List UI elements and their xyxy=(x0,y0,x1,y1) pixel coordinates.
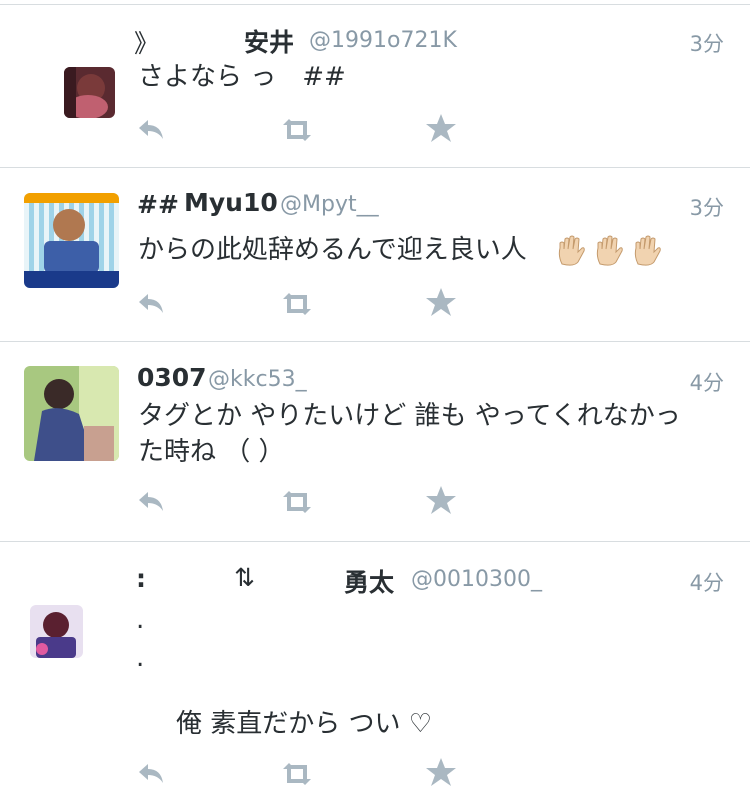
divider xyxy=(0,541,750,542)
tweet-text: からの此処辞めるんで迎え良い人 xyxy=(138,235,527,265)
retweet-icon[interactable] xyxy=(280,289,314,319)
timestamp: 4分 xyxy=(689,571,724,595)
raised-hand-emoji-row xyxy=(556,234,668,272)
timestamp: 3分 xyxy=(689,196,724,220)
tweet-text-line: た時ね （ ） xyxy=(138,437,285,467)
retweet-icon[interactable] xyxy=(280,759,314,789)
retweet-icon[interactable] xyxy=(280,115,314,145)
avatar[interactable] xyxy=(30,605,83,658)
reply-icon[interactable] xyxy=(135,759,169,789)
tweet-text-line: タグとか やりたいけど 誰も やってくれなかっ xyxy=(138,401,681,431)
tweet-text-line: 俺 素直だから つい ♡ xyxy=(150,709,433,739)
divider xyxy=(0,341,750,342)
display-name[interactable]: 0307 xyxy=(137,363,207,392)
favorite-star-icon[interactable] xyxy=(424,287,458,317)
display-name[interactable]: Myu10 xyxy=(184,188,278,217)
avatar[interactable] xyxy=(24,366,119,461)
avatar[interactable] xyxy=(64,67,115,118)
timestamp: 3分 xyxy=(689,32,724,56)
divider xyxy=(0,167,750,168)
favorite-star-icon[interactable] xyxy=(424,113,458,143)
avatar[interactable] xyxy=(24,193,119,288)
handle[interactable]: @Mpyt__ xyxy=(280,192,379,217)
swap-arrows-icon: ⇅ xyxy=(234,563,255,592)
raised-hand-icon xyxy=(558,235,661,266)
handle[interactable]: @1991o721K xyxy=(309,28,457,53)
reply-icon[interactable] xyxy=(135,115,169,145)
handle[interactable]: @0010300_ xyxy=(411,567,542,592)
handle[interactable]: @kkc53_ xyxy=(208,367,307,392)
name-prefix: 》 xyxy=(134,29,160,58)
reply-icon[interactable] xyxy=(135,289,169,319)
divider xyxy=(0,4,750,5)
name-prefix: : xyxy=(136,564,146,593)
reply-icon[interactable] xyxy=(135,487,169,517)
tweet-text-line: . xyxy=(136,605,145,635)
tweet-text-line: . xyxy=(136,643,145,673)
favorite-star-icon[interactable] xyxy=(424,485,458,515)
display-name[interactable]: 勇太 xyxy=(344,563,394,599)
name-prefix: ## xyxy=(137,190,179,219)
tweet-text: さよなら っ ## xyxy=(138,62,346,92)
display-name[interactable]: 安井 xyxy=(244,23,294,59)
favorite-star-icon[interactable] xyxy=(424,757,458,787)
timestamp: 4分 xyxy=(689,371,724,395)
retweet-icon[interactable] xyxy=(280,487,314,517)
